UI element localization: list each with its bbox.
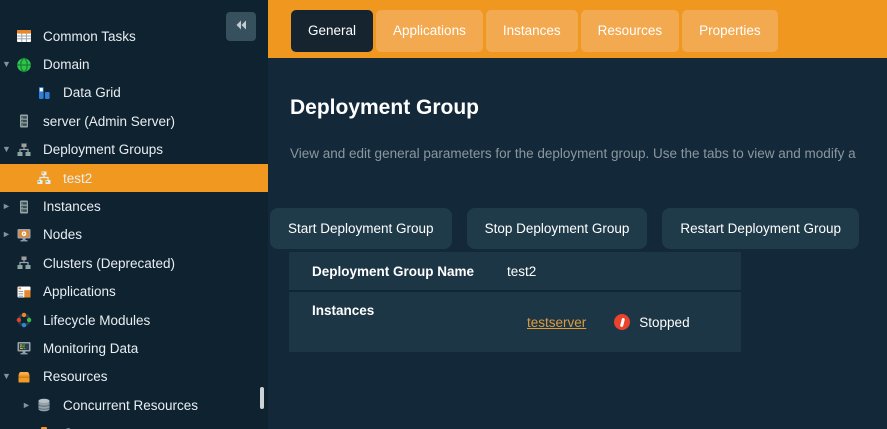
sidebar-item-label: Resources — [43, 369, 108, 384]
sidebar-item-concurrent-resources[interactable]: ► Concurrent Resources — [0, 391, 268, 419]
sidebar-item-clusters-deprecated[interactable]: Clusters (Deprecated) — [0, 249, 268, 277]
expand-arrow-icon[interactable]: ► — [2, 202, 16, 211]
navigation-tree: Common Tasks ▼ Domain Data Grid server (… — [0, 22, 268, 429]
deployment-group-name-value: test2 — [507, 264, 536, 279]
collapse-double-arrow-icon — [233, 17, 249, 36]
sidebar-collapse-button[interactable] — [226, 12, 256, 41]
expand-arrow-icon[interactable]: ► — [2, 230, 16, 239]
sidebar-item-label: Applications — [43, 284, 116, 299]
sidebar-item-label: Deployment Groups — [43, 142, 163, 157]
lifecycle-modules-icon — [16, 312, 32, 328]
expand-arrow-icon[interactable]: ▼ — [2, 145, 16, 154]
expand-arrow-icon[interactable]: ► — [22, 401, 36, 410]
sidebar-item-label: Data Grid — [63, 85, 121, 100]
expand-arrow-icon[interactable]: ▼ — [2, 372, 16, 381]
page-description: View and edit general parameters for the… — [290, 146, 856, 161]
sidebar-item-label: test2 — [63, 171, 92, 186]
monitoring-data-icon — [16, 340, 32, 356]
start-deployment-group-button[interactable]: Start Deployment Group — [270, 208, 452, 249]
tab-applications[interactable]: Applications — [376, 10, 483, 52]
resources-icon — [16, 369, 32, 385]
sidebar-item-domain[interactable]: ▼ Domain — [0, 50, 268, 78]
deployment-groups-icon — [16, 142, 32, 158]
data-grid-icon — [36, 85, 52, 101]
sidebar-item-connectors[interactable]: ► Connectors — [0, 419, 268, 429]
sidebar: Common Tasks ▼ Domain Data Grid server (… — [0, 0, 268, 429]
sidebar-item-instances[interactable]: ► Instances — [0, 192, 268, 220]
instances-label: Instances — [289, 303, 507, 318]
sidebar-item-label: Clusters (Deprecated) — [43, 256, 175, 271]
deployment-group-icon — [36, 170, 52, 186]
sidebar-item-label: Domain — [43, 57, 90, 72]
sidebar-item-data-grid[interactable]: Data Grid — [0, 79, 268, 107]
page-title: Deployment Group — [290, 96, 479, 120]
sidebar-item-label: Lifecycle Modules — [43, 313, 150, 328]
clusters-icon — [16, 255, 32, 271]
main-content: General Applications Instances Resources… — [268, 0, 887, 429]
sidebar-item-monitoring-data[interactable]: Monitoring Data — [0, 334, 268, 362]
tab-header-bar: General Applications Instances Resources… — [268, 0, 887, 58]
table-row-instances: Instances testserver Stopped — [289, 290, 741, 352]
connectors-icon — [36, 426, 52, 429]
sidebar-item-label: Common Tasks — [43, 29, 136, 44]
sidebar-item-applications[interactable]: Applications — [0, 278, 268, 306]
deployment-group-info-table: Deployment Group Name test2 Instances te… — [289, 252, 741, 352]
tab-properties[interactable]: Properties — [682, 10, 778, 52]
instance-entry: testserver Stopped — [527, 314, 690, 330]
stop-deployment-group-button[interactable]: Stop Deployment Group — [467, 208, 648, 249]
domain-globe-icon — [16, 57, 32, 73]
expand-arrow-icon[interactable]: ▼ — [2, 60, 16, 69]
sidebar-scrollbar-thumb[interactable] — [260, 387, 264, 409]
instance-link-testserver[interactable]: testserver — [527, 315, 586, 330]
content-area: Deployment Group View and edit general p… — [268, 58, 887, 429]
sidebar-item-nodes[interactable]: ► Nodes — [0, 221, 268, 249]
tab-resources[interactable]: Resources — [581, 10, 680, 52]
sidebar-item-label: Concurrent Resources — [63, 398, 198, 413]
applications-icon — [16, 284, 32, 300]
deployment-group-name-label: Deployment Group Name — [289, 264, 507, 279]
sidebar-item-label: server (Admin Server) — [43, 114, 175, 129]
tab-bar: General Applications Instances Resources… — [291, 10, 778, 52]
instances-icon — [16, 199, 32, 215]
action-button-row: Start Deployment Group Stop Deployment G… — [270, 208, 859, 249]
sidebar-item-deployment-groups[interactable]: ▼ Deployment Groups — [0, 136, 268, 164]
server-icon — [16, 113, 32, 129]
sidebar-item-label: Instances — [43, 199, 101, 214]
sidebar-item-label: Monitoring Data — [43, 341, 138, 356]
tab-instances[interactable]: Instances — [486, 10, 578, 52]
restart-deployment-group-button[interactable]: Restart Deployment Group — [662, 208, 859, 249]
instance-status-text: Stopped — [639, 315, 689, 330]
sidebar-item-resources[interactable]: ▼ Resources — [0, 363, 268, 391]
sidebar-item-label: Nodes — [43, 227, 82, 242]
common-tasks-icon — [16, 28, 32, 44]
sidebar-item-lifecycle-modules[interactable]: Lifecycle Modules — [0, 306, 268, 334]
tab-general[interactable]: General — [291, 10, 373, 52]
sidebar-item-server-admin[interactable]: server (Admin Server) — [0, 107, 268, 135]
table-row-name: Deployment Group Name test2 — [289, 252, 741, 290]
sidebar-item-test2[interactable]: test2 — [0, 164, 268, 192]
concurrent-resources-icon — [36, 397, 52, 413]
stopped-status-icon — [614, 314, 630, 330]
nodes-icon — [16, 227, 32, 243]
